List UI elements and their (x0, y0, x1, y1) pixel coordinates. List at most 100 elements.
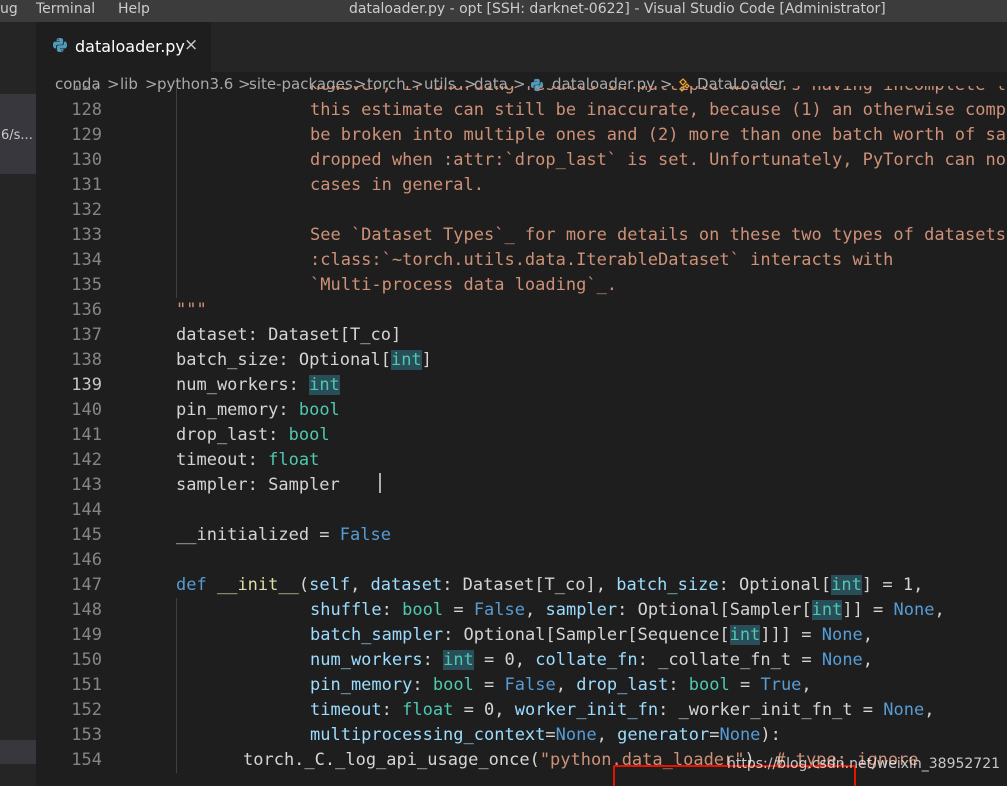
indent-guide (176, 748, 177, 773)
line-number: 143 (71, 475, 102, 495)
watermark-url: https://blog.csdn.net/weixin_38952721 (727, 756, 1001, 772)
code-line[interactable]: 132 (36, 198, 1007, 223)
close-icon[interactable]: × (184, 35, 198, 55)
line-number: 153 (71, 725, 102, 745)
line-number: 145 (71, 525, 102, 545)
sidebar-item-label: 6/s... (1, 128, 33, 143)
menu-help[interactable]: Help (118, 1, 150, 17)
code-text: def __init__(self, dataset: Dataset[T_co… (176, 575, 924, 595)
code-line[interactable]: 142 timeout: float (36, 448, 1007, 473)
code-line[interactable]: 145 __initialized = False (36, 523, 1007, 548)
window-title: dataloader.py - opt [SSH: darknet-0622] … (349, 1, 886, 17)
code-text: :class:`~torch.utils.data.IterableDatase… (310, 250, 894, 270)
code-line[interactable]: 135 `Multi-process data loading`_. (36, 273, 1007, 298)
code-text: However, if sharding results in multiple… (310, 86, 1006, 98)
indent-guide (176, 273, 177, 298)
line-number: 151 (71, 675, 102, 695)
code-text: pin_memory: bool = False, drop_last: boo… (310, 675, 812, 695)
line-number: 144 (71, 500, 102, 520)
line-number: 135 (71, 275, 102, 295)
code-line[interactable]: 136 """ (36, 298, 1007, 323)
code-text: dataset: Dataset[T_co] (176, 325, 402, 345)
indent-guide (176, 723, 177, 748)
code-text: sampler: Sampler (176, 475, 340, 495)
code-editor[interactable]: 127 However, if sharding results in multi… (36, 86, 1007, 786)
line-number: 130 (71, 150, 102, 170)
code-line[interactable]: 139 num_workers: int (36, 373, 1007, 398)
tab-dataloader[interactable]: dataloader.py × (36, 22, 211, 72)
line-number: 129 (71, 125, 102, 145)
indent-guide (176, 648, 177, 673)
code-text: drop_last: bool (176, 425, 330, 445)
code-line[interactable]: 127 However, if sharding results in multi… (36, 86, 1007, 98)
menu-terminal[interactable]: Terminal (36, 1, 95, 17)
code-line[interactable]: 144 (36, 498, 1007, 523)
line-number: 133 (71, 225, 102, 245)
indent-guide (176, 223, 177, 248)
code-line[interactable]: 152 timeout: float = 0, worker_init_fn: _… (36, 698, 1007, 723)
tab-bar: dataloader.py × (36, 22, 1007, 72)
line-number: 150 (71, 650, 102, 670)
line-number: 139 (71, 375, 102, 395)
code-line[interactable]: 150 num_workers: int = 0, collate_fn: _co… (36, 648, 1007, 673)
code-line[interactable]: 151 pin_memory: bool = False, drop_last: … (36, 673, 1007, 698)
line-number: 132 (71, 200, 102, 220)
line-number: 128 (71, 100, 102, 120)
code-line[interactable]: 146 (36, 548, 1007, 573)
code-line[interactable]: 133 See `Dataset Types`_ for more details… (36, 223, 1007, 248)
line-number: 152 (71, 700, 102, 720)
code-line[interactable]: 128 this estimate can still be inaccurate… (36, 98, 1007, 123)
code-text: `Multi-process data loading`_. (310, 275, 618, 295)
code-text: timeout: float = 0, worker_init_fn: _wor… (310, 700, 935, 720)
code-line[interactable]: 129 be broken into multiple ones and (2) … (36, 123, 1007, 148)
code-text: batch_size: Optional[int] (176, 350, 432, 370)
code-line[interactable]: 140 pin_memory: bool (36, 398, 1007, 423)
indent-guide (176, 598, 177, 623)
line-number: 147 (71, 575, 102, 595)
indent-guide (176, 248, 177, 273)
line-number: 149 (71, 625, 102, 645)
sidebar-item[interactable] (0, 740, 36, 764)
code-text: multiprocessing_context=None, generator=… (310, 725, 781, 745)
code-text: pin_memory: bool (176, 400, 340, 420)
text-cursor (379, 473, 381, 493)
tab-label: dataloader.py (75, 37, 185, 56)
title-bar: ug Terminal Help dataloader.py - opt [SS… (0, 0, 1007, 22)
code-text: __initialized = False (176, 525, 391, 545)
indent-guide (176, 148, 177, 173)
code-line[interactable]: 138 batch_size: Optional[int] (36, 348, 1007, 373)
sidebar-selected-item[interactable]: 6/s... (0, 94, 36, 174)
line-number: 142 (71, 450, 102, 470)
indent-guide (176, 86, 177, 98)
indent-guide (176, 698, 177, 723)
indent-guide (176, 623, 177, 648)
indent-guide (176, 123, 177, 148)
code-text: dropped when :attr:`drop_last` is set. U… (310, 150, 1006, 170)
code-text: batch_sampler: Optional[Sampler[Sequence… (310, 625, 873, 645)
code-line[interactable]: 137 dataset: Dataset[T_co] (36, 323, 1007, 348)
menu-debug[interactable]: ug (0, 1, 18, 17)
code-line[interactable]: 153 multiprocessing_context=None, generat… (36, 723, 1007, 748)
code-text: See `Dataset Types`_ for more details on… (310, 225, 1006, 245)
code-line[interactable]: 134 :class:`~torch.utils.data.IterableDat… (36, 248, 1007, 273)
code-line[interactable]: 131 cases in general. (36, 173, 1007, 198)
code-line[interactable]: 147 def __init__(self, dataset: Dataset[T… (36, 573, 1007, 598)
line-number: 141 (71, 425, 102, 445)
code-text: num_workers: int = 0, collate_fn: _colla… (310, 650, 874, 670)
code-line[interactable]: 130 dropped when :attr:`drop_last` is set… (36, 148, 1007, 173)
line-number: 154 (71, 750, 102, 770)
line-number: 131 (71, 175, 102, 195)
code-text: """ (176, 300, 207, 320)
line-number: 140 (71, 400, 102, 420)
line-number: 148 (71, 600, 102, 620)
code-line[interactable]: 149 batch_sampler: Optional[Sampler[Seque… (36, 623, 1007, 648)
code-text: be broken into multiple ones and (2) mor… (310, 125, 1006, 145)
code-line[interactable]: 141 drop_last: bool (36, 423, 1007, 448)
line-number: 127 (36, 86, 102, 98)
code-line[interactable]: 143 sampler: Sampler (36, 473, 1007, 498)
code-text: timeout: float (176, 450, 320, 470)
explorer-sidebar: 6/s... (0, 22, 36, 786)
indent-guide (176, 173, 177, 198)
code-line[interactable]: 148 shuffle: bool = False, sampler: Optio… (36, 598, 1007, 623)
line-number: 134 (71, 250, 102, 270)
